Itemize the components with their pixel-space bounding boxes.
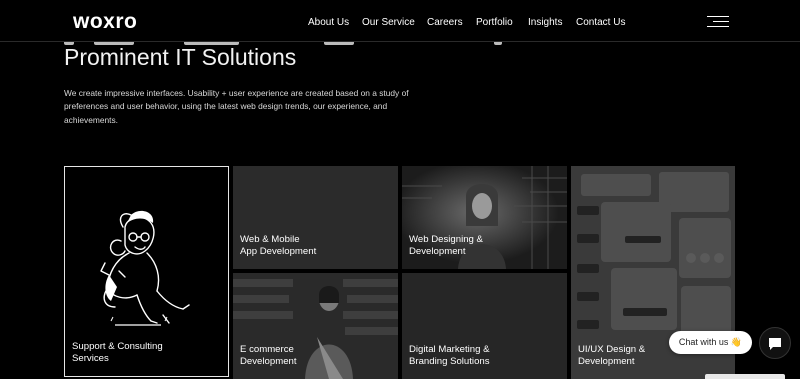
top-navigation: woxro About Us Our Service Careers Portf…	[0, 0, 800, 42]
chat-bubble-icon[interactable]	[759, 327, 791, 359]
tile-label: E commerce Development	[240, 343, 297, 368]
chat-with-us-prompt[interactable]: Chat with us 👋	[669, 331, 752, 354]
woxro-logo[interactable]: woxro	[73, 10, 137, 34]
nav-insights[interactable]: Insights	[528, 17, 562, 28]
tile-label: Support & Consulting Services	[72, 340, 163, 365]
nav-about-us[interactable]: About Us	[308, 17, 349, 28]
service-tile-digital-marketing[interactable]: Digital Marketing & Branding Solutions	[402, 273, 567, 379]
hamburger-icon[interactable]	[707, 16, 729, 28]
hero-description: We create impressive interfaces. Usabili…	[64, 88, 409, 125]
tile-label: Web & Mobile App Development	[240, 233, 317, 258]
nav-our-service[interactable]: Our Service	[362, 17, 415, 28]
service-tile-support-consulting[interactable]: Support & Consulting Services	[64, 166, 229, 377]
nav-portfolio[interactable]: Portfolio	[476, 17, 513, 28]
service-tile-web-designing[interactable]: Web Designing & Development	[402, 166, 567, 269]
service-tile-ecommerce[interactable]: E commerce Development	[233, 273, 398, 379]
tile-label: Digital Marketing & Branding Solutions	[409, 343, 490, 368]
nav-contact-us[interactable]: Contact Us	[576, 17, 625, 28]
nav-careers[interactable]: Careers	[427, 17, 463, 28]
tile-label: UI/UX Design & Development	[578, 343, 646, 368]
corner-badge	[705, 374, 785, 379]
service-tile-web-mobile[interactable]: Web & Mobile App Development	[233, 166, 398, 269]
hero-title: Prominent IT Solutions	[64, 44, 297, 70]
tile-label: Web Designing & Development	[409, 233, 483, 258]
chat-bubble-glyph	[769, 338, 781, 350]
